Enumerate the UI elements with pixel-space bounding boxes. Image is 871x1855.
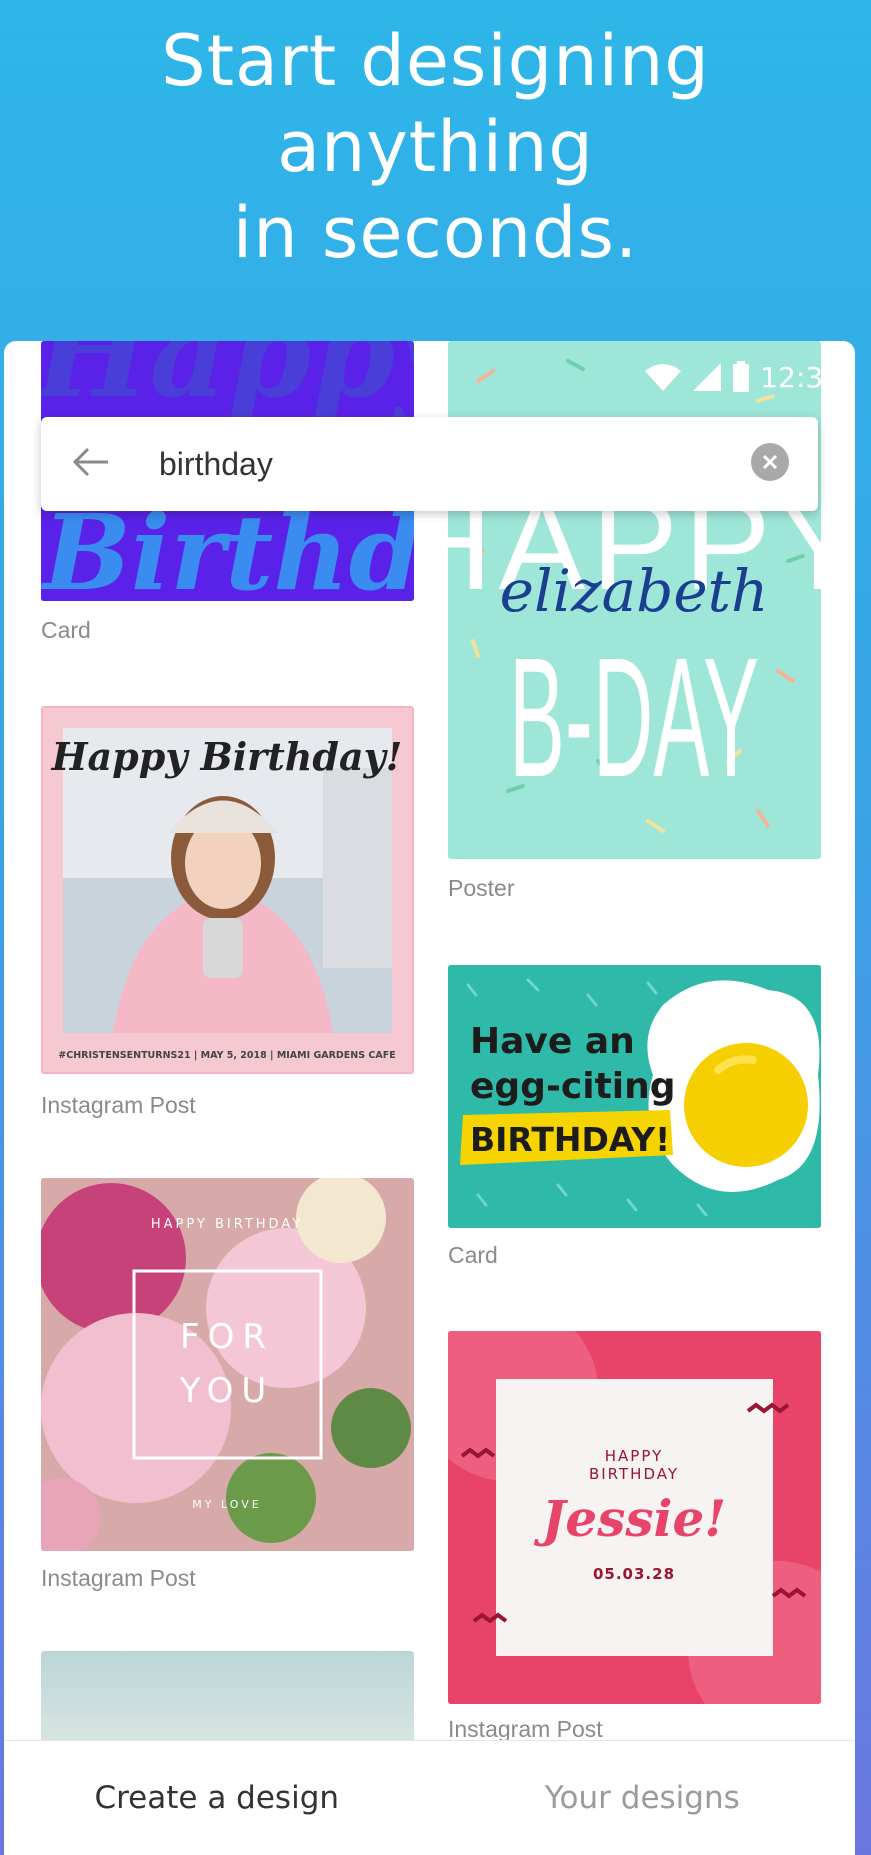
poster-word-bday: B-DAY <box>509 623 759 813</box>
poster-word-name: elizabeth <box>500 557 769 625</box>
search-input[interactable] <box>141 417 722 511</box>
jessie-date: 05.03.28 <box>593 1565 675 1583</box>
instagram-greeting: Happy Birthday! <box>51 734 403 779</box>
egg-card-artwork: Have an egg-citing BIRTHDAY! <box>448 965 821 1228</box>
egg-line-1: Have an <box>470 1021 635 1062</box>
flowers-artwork: HAPPY BIRTHDAY FOR YOU MY LOVE <box>41 1178 414 1551</box>
template-caption: Poster <box>448 875 515 901</box>
flowers-heading: HAPPY BIRTHDAY <box>151 1217 303 1232</box>
headline-line-2: in seconds. <box>232 192 639 274</box>
flowers-word-for: FOR <box>180 1317 274 1357</box>
instagram-footer: #CHRISTENSENTURNS21 | MAY 5, 2018 | MIAM… <box>58 1050 395 1061</box>
headline-line-1: Start designing anything <box>161 20 710 188</box>
template-caption: Card <box>448 1242 498 1268</box>
template-instagram-for-you[interactable]: HAPPY BIRTHDAY FOR YOU MY LOVE <box>41 1178 414 1551</box>
jessie-name: Jessie! <box>534 1489 727 1548</box>
template-card-egg-citing[interactable]: Have an egg-citing BIRTHDAY! <box>448 965 821 1228</box>
template-caption: Instagram Post <box>41 1565 196 1591</box>
signal-icon <box>692 362 722 392</box>
card-word-happy: Happy <box>41 341 414 425</box>
egg-line-2: egg-citing <box>470 1066 676 1107</box>
back-button[interactable] <box>41 417 141 511</box>
template-partial[interactable] <box>41 1651 414 1751</box>
jessie-artwork: HAPPY BIRTHDAY Jessie! 05.03.28 <box>448 1331 821 1704</box>
flowers-footer: MY LOVE <box>192 1498 261 1511</box>
egg-line-3: BIRTHDAY! <box>470 1120 670 1159</box>
headline: Start designing anything in seconds. <box>0 18 871 276</box>
template-instagram-jessie[interactable]: HAPPY BIRTHDAY Jessie! 05.03.28 <box>448 1331 821 1704</box>
template-caption: Card <box>41 617 91 643</box>
jessie-line-1: HAPPY <box>605 1447 663 1465</box>
tab-create-a-design[interactable]: Create a design <box>4 1741 430 1855</box>
clear-icon <box>751 442 789 486</box>
template-instagram-happy-birthday[interactable]: Happy Birthday! #CHRISTENSENTURNS21 | MA… <box>41 706 414 1074</box>
tab-your-designs[interactable]: Your designs <box>430 1741 856 1855</box>
template-caption: Instagram Post <box>448 1716 603 1742</box>
instagram-photo-artwork: Happy Birthday! #CHRISTENSENTURNS21 | MA… <box>43 708 412 1072</box>
phone-screen: 12:30 Happy Birthday Card <box>4 341 855 1855</box>
status-time: 12:30 <box>760 360 841 394</box>
jessie-line-2: BIRTHDAY <box>589 1465 679 1483</box>
bottom-tab-bar: Create a design Your designs <box>4 1740 855 1855</box>
wifi-icon <box>644 362 682 392</box>
battery-icon <box>732 361 750 393</box>
clear-search-button[interactable] <box>722 417 818 511</box>
flowers-word-you: YOU <box>179 1371 275 1411</box>
status-bar: 12:30 <box>644 353 841 401</box>
back-arrow-icon <box>72 446 110 483</box>
template-caption: Instagram Post <box>41 1092 196 1118</box>
search-bar <box>41 417 818 511</box>
